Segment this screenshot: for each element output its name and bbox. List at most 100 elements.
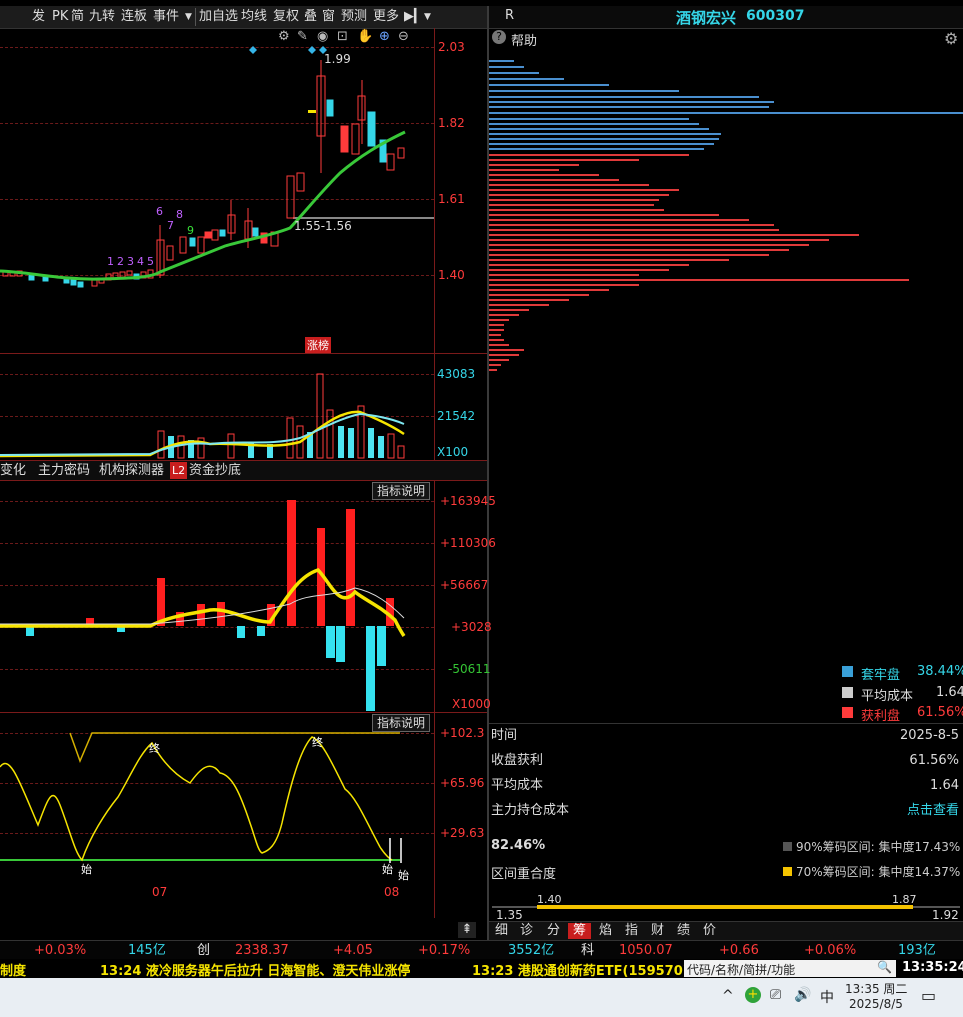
l2-badge: L2 bbox=[170, 462, 188, 479]
range-l1: 1.40 bbox=[537, 893, 562, 906]
app-tray-icon[interactable]: + bbox=[745, 987, 761, 1003]
divider bbox=[489, 723, 963, 724]
date-tick: 07 bbox=[152, 885, 168, 899]
taskbar-time[interactable]: 13:35 周二 bbox=[845, 980, 907, 997]
news-bar: 制度 13:24 液冷服务器午后拉升 日海智能、澄天伟业涨停 13:23 港股通… bbox=[0, 959, 963, 979]
ticker-index-name[interactable]: 科 bbox=[581, 942, 594, 959]
toolbar-btn-pk[interactable]: PK bbox=[52, 9, 68, 25]
indicator1-pane[interactable]: 指标说明 +163945 +110306 +56667 +3028 -50611… bbox=[0, 480, 496, 712]
ime-indicator[interactable]: 中 bbox=[820, 987, 834, 1007]
tab-chips[interactable]: 筹 bbox=[568, 923, 592, 939]
toolbar-btn-predict[interactable]: 预测 bbox=[341, 9, 367, 25]
count-label: 1 bbox=[107, 255, 114, 268]
tray-expand-icon[interactable]: ^ bbox=[722, 988, 734, 1004]
overlap-label: 区间重合度 bbox=[491, 867, 557, 882]
indicator2-pane[interactable]: 指标说明 +102.3 +65.96 +29.63 始 终 终 始 始 07 0… bbox=[0, 713, 487, 918]
clock: 13:35:24 bbox=[902, 960, 963, 975]
tab-detail[interactable]: 细 bbox=[495, 923, 508, 939]
indicator-tick: +102.3 bbox=[440, 726, 485, 740]
news-item[interactable]: 13:23 港股通创新药ETF(159570)成 bbox=[472, 960, 684, 979]
toolbar-btn-fa[interactable]: 发 bbox=[32, 9, 45, 25]
toolbar-btn-ma[interactable]: 均线 bbox=[241, 9, 267, 25]
expand-icon[interactable]: ▶▎ bbox=[404, 9, 424, 25]
tab-institution-detector[interactable]: 机构探测器 bbox=[99, 462, 164, 479]
notification-icon[interactable]: ▭ bbox=[921, 986, 936, 1005]
indicator-tick: +3028 bbox=[451, 620, 492, 634]
search-input[interactable]: 代码/名称/简拼/功能 🔍 bbox=[684, 960, 896, 977]
toolbar-btn-events[interactable]: 事件 bbox=[153, 9, 179, 25]
toolbar-btn-lianban[interactable]: 连板 bbox=[121, 9, 147, 25]
tab-minute[interactable]: 分 bbox=[547, 923, 560, 939]
toolbar-divider bbox=[195, 8, 196, 26]
avgcost-swatch bbox=[842, 687, 853, 698]
main-cost-link[interactable]: 点击查看 bbox=[907, 802, 959, 820]
ticker-volume: 3552亿 bbox=[508, 943, 555, 958]
tab-index[interactable]: 指 bbox=[625, 923, 638, 939]
count-label: 9 bbox=[187, 224, 194, 237]
ticker-index-value: 1050.07 bbox=[619, 943, 673, 958]
search-icon[interactable]: 🔍 bbox=[877, 960, 892, 974]
count-label: 8 bbox=[176, 208, 183, 221]
dropdown-arrow-icon[interactable]: ▼ bbox=[185, 9, 192, 25]
range70-label: 70%筹码区间: 集中度14.37% bbox=[796, 865, 961, 879]
toolbar-btn-jiuzhuan[interactable]: 九转 bbox=[89, 9, 115, 25]
indicator2-lines bbox=[0, 732, 402, 863]
profit-value: 61.56% bbox=[917, 705, 963, 720]
info-row: 主力持仓成本 点击查看 bbox=[491, 802, 961, 820]
indicator-tick: +163945 bbox=[440, 494, 496, 508]
price-tick: 1.40 bbox=[438, 268, 465, 282]
trapped-label: 套牢盘 bbox=[861, 668, 901, 683]
info-value: 61.56% bbox=[909, 753, 959, 768]
dropdown-arrow-icon[interactable]: ▼ bbox=[424, 9, 431, 25]
toolbar-btn-simple[interactable]: 简 bbox=[71, 9, 84, 25]
tab-performance[interactable]: 绩 bbox=[677, 923, 690, 939]
tab-fund-bottom[interactable]: 资金抄底 bbox=[189, 462, 241, 479]
toolbar-btn-adjust[interactable]: 复权 bbox=[273, 9, 299, 25]
indicator-tick: +110306 bbox=[440, 536, 496, 550]
ticker-volume: 145亿 bbox=[128, 943, 166, 958]
candles bbox=[2, 60, 405, 288]
tab-change[interactable]: 变化 bbox=[0, 462, 26, 479]
ticker-change: +4.05 bbox=[333, 943, 373, 958]
tab-main-code[interactable]: 主力密码 bbox=[38, 462, 90, 479]
price-tick: 2.03 bbox=[438, 40, 465, 54]
toolbar-btn-overlay[interactable]: 叠 bbox=[304, 9, 317, 25]
tab-finance[interactable]: 财 bbox=[651, 923, 664, 939]
ticker-change-pct: +0.06% bbox=[804, 943, 857, 958]
tab-flame[interactable]: 焰 bbox=[599, 923, 612, 939]
search-placeholder: 代码/名称/简拼/功能 bbox=[687, 963, 796, 977]
news-item[interactable]: 13:24 液冷服务器午后拉升 日海智能、澄天伟业涨停 bbox=[100, 960, 410, 979]
right-bottom-tabs bbox=[489, 921, 963, 941]
top-band bbox=[69, 732, 400, 764]
diamond-markers bbox=[249, 46, 327, 54]
limit-up-badge[interactable]: 涨榜 bbox=[305, 337, 331, 353]
ticker-change-pct: +0.17% bbox=[418, 943, 471, 958]
profit-chips bbox=[489, 154, 909, 371]
news-fragment[interactable]: 制度 bbox=[0, 960, 26, 979]
info-value: 2025-8-5 bbox=[899, 728, 959, 743]
profit-swatch bbox=[842, 707, 853, 718]
toolbar-btn-window[interactable]: 窗 bbox=[322, 9, 335, 25]
avgcost-value: 1.64 bbox=[936, 685, 963, 700]
price-chart[interactable]: 2.03 1.82 1.61 1.40 ⚙ ✎ ◉ ⊡ ✋ ⊕ ⊖ 1.99 1… bbox=[0, 28, 487, 353]
scroll-top-icon[interactable]: ⇞ bbox=[458, 922, 476, 938]
start-marker: 始 bbox=[81, 863, 92, 876]
index-ticker: +0.03% 145亿 创 2338.37 +4.05 +0.17% 3552亿… bbox=[0, 940, 963, 960]
info-label: 平均成本 bbox=[491, 778, 544, 793]
toolbar-btn-add-watch[interactable]: 加自选 bbox=[199, 9, 238, 25]
taskbar-date[interactable]: 2025/8/5 bbox=[849, 997, 903, 1011]
chart-toolbar: 发 PK 简 九转 连板 事件 ▼ 加自选 均线 复权 叠 窗 预测 更多 ▶▎… bbox=[0, 6, 487, 29]
indicator-tabs: 变化 主力密码 机构探测器 L2 资金抄底 bbox=[0, 460, 487, 481]
tab-price[interactable]: 价 bbox=[703, 923, 716, 939]
volume-icon[interactable]: 🔊 bbox=[794, 987, 811, 1003]
stock-title-bar: R 酒钢宏兴 600307 bbox=[488, 6, 963, 29]
tab-diagnose[interactable]: 诊 bbox=[520, 923, 533, 939]
count-label: 6 bbox=[156, 205, 163, 218]
range-bar bbox=[537, 905, 913, 909]
ticker-volume: 193亿 bbox=[898, 943, 936, 958]
help-icon[interactable]: ? bbox=[492, 30, 506, 44]
ticker-index-name[interactable]: 创 bbox=[197, 942, 210, 959]
network-icon[interactable]: ⎚ bbox=[770, 987, 781, 1003]
toolbar-btn-more[interactable]: 更多 bbox=[373, 9, 399, 25]
volume-pane[interactable]: 43083 21542 X100 bbox=[0, 354, 487, 460]
